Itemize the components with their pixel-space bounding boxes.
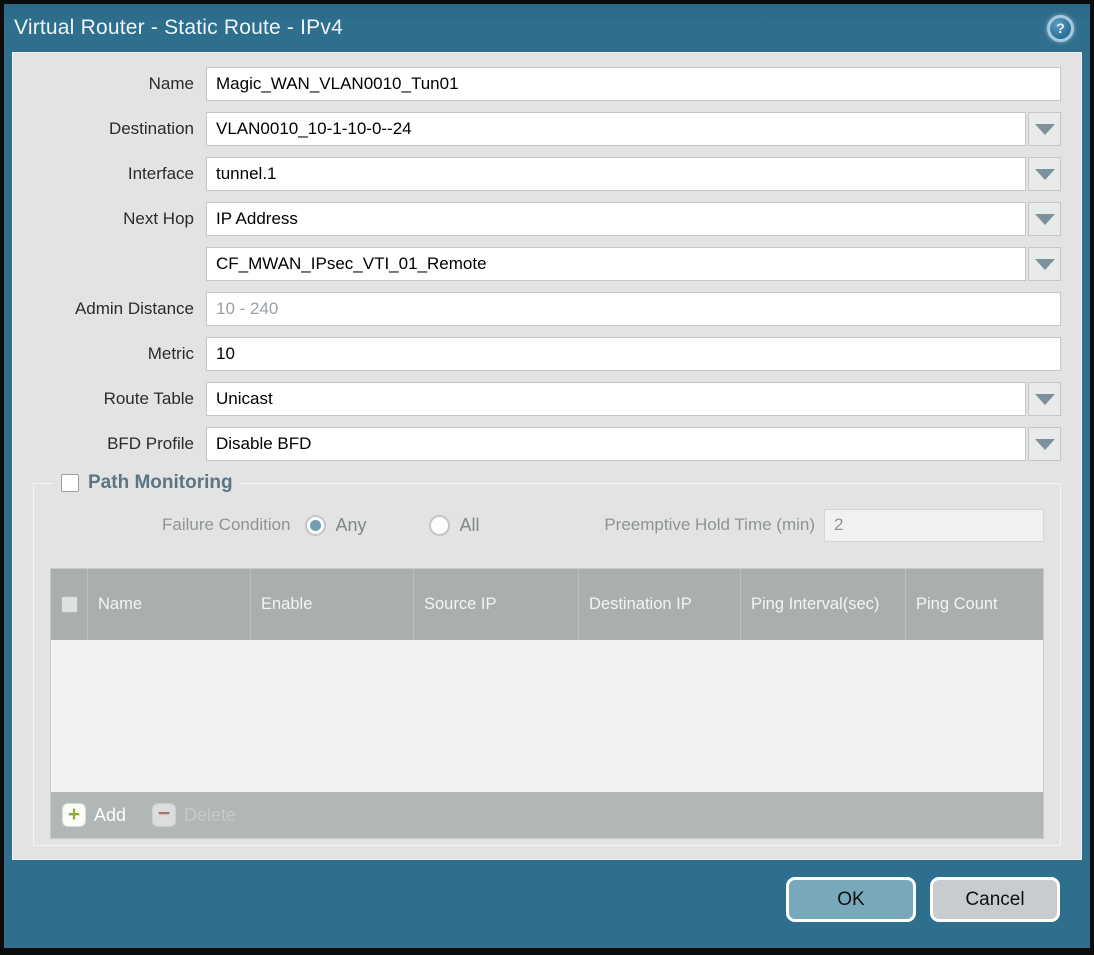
form-row-destination: Destination [13,112,1061,146]
path-monitoring-label: Path Monitoring [88,472,233,493]
column-header-source-ip: Source IP [414,569,579,640]
route-table-label: Route Table [103,389,194,408]
path-monitoring-controls: Failure Condition Any All Preemptive Hol… [50,506,1044,544]
column-header-ping-count: Ping Count [916,595,998,613]
plus-icon [62,803,86,827]
table-header: Name Enable Source IP Destination IP Pin… [51,569,1043,640]
form-row-admin-distance: Admin Distance [13,292,1061,326]
name-input[interactable] [206,67,1061,101]
next-hop-address-dropdown-button[interactable] [1028,247,1061,281]
column-header-name: Name [88,569,251,640]
add-button[interactable]: Add [62,803,126,827]
route-table-dropdown-button[interactable] [1028,382,1061,416]
failure-condition-label: Failure Condition [162,515,291,534]
column-header-destination-ip: Destination IP [579,569,741,640]
delete-button-label: Delete [184,804,237,825]
select-all-checkbox[interactable] [60,596,78,613]
table-body-empty [51,640,1043,792]
admin-distance-input[interactable] [206,292,1061,326]
dialog-title: Virtual Router - Static Route - IPv4 [14,16,343,39]
chevron-down-icon [1034,123,1055,135]
chevron-down-icon [1034,258,1055,270]
form-row-metric: Metric [13,337,1061,371]
add-button-label: Add [94,804,127,825]
path-monitoring-legend: Path Monitoring [54,472,240,494]
form-row-route-table: Route Table [13,382,1061,416]
dialog-footer: OK Cancel [4,860,1090,948]
dialog-content: Name Destination Interface [12,52,1082,860]
table-footer: Add Delete [51,792,1043,838]
minus-icon [152,803,177,827]
next-hop-type-dropdown-button[interactable] [1028,202,1061,236]
path-monitoring-section: Path Monitoring Failure Condition Any Al… [33,472,1061,846]
destination-label: Destination [108,119,194,138]
column-header-enable: Enable [251,569,414,640]
bfd-profile-dropdown-button[interactable] [1028,427,1061,461]
name-label: Name [148,74,194,93]
destination-input[interactable] [206,112,1026,146]
dialog-titlebar: Virtual Router - Static Route - IPv4 ? [4,4,1090,52]
metric-input[interactable] [206,337,1061,371]
chevron-down-icon [1034,438,1055,450]
bfd-profile-label: BFD Profile [107,434,194,453]
failure-condition-any-label: Any [335,514,367,535]
interface-label: Interface [127,164,194,183]
help-icon-glyph: ? [1050,17,1071,39]
form-row-next-hop: Next Hop [13,202,1061,236]
route-table-input[interactable] [206,382,1026,416]
delete-button[interactable]: Delete [152,803,236,827]
next-hop-type-input[interactable] [206,202,1026,236]
preemptive-hold-time-label: Preemptive Hold Time (min) [604,515,815,534]
chevron-down-icon [1034,168,1055,180]
admin-distance-label: Admin Distance [74,299,194,318]
chevron-down-icon [1034,393,1055,405]
interface-input[interactable] [206,157,1026,191]
failure-condition-any-radio[interactable] [304,514,326,536]
failure-condition-all-label: All [459,514,480,535]
cancel-button[interactable]: Cancel [930,877,1060,922]
ok-button[interactable]: OK [786,877,916,922]
static-route-dialog: Virtual Router - Static Route - IPv4 ? N… [0,0,1094,955]
form-row-next-hop-address [13,247,1061,281]
bfd-profile-input[interactable] [206,427,1026,461]
path-monitoring-table: Name Enable Source IP Destination IP Pin… [50,568,1044,839]
column-header-ping-interval: Ping Interval(sec) [741,569,906,640]
next-hop-label: Next Hop [123,209,194,228]
metric-label: Metric [147,344,194,363]
select-all-cell [51,569,88,640]
form-row-interface: Interface [13,157,1061,191]
next-hop-address-input[interactable] [206,247,1026,281]
form-row-bfd-profile: BFD Profile [13,427,1061,461]
failure-condition-all-radio[interactable] [428,514,450,536]
interface-dropdown-button[interactable] [1028,157,1061,191]
help-icon[interactable]: ? [1047,14,1074,42]
destination-dropdown-button[interactable] [1028,112,1061,146]
form-row-name: Name [13,67,1061,101]
path-monitoring-checkbox[interactable] [61,474,79,492]
preemptive-hold-time-input[interactable] [824,508,1044,542]
chevron-down-icon [1034,213,1055,225]
